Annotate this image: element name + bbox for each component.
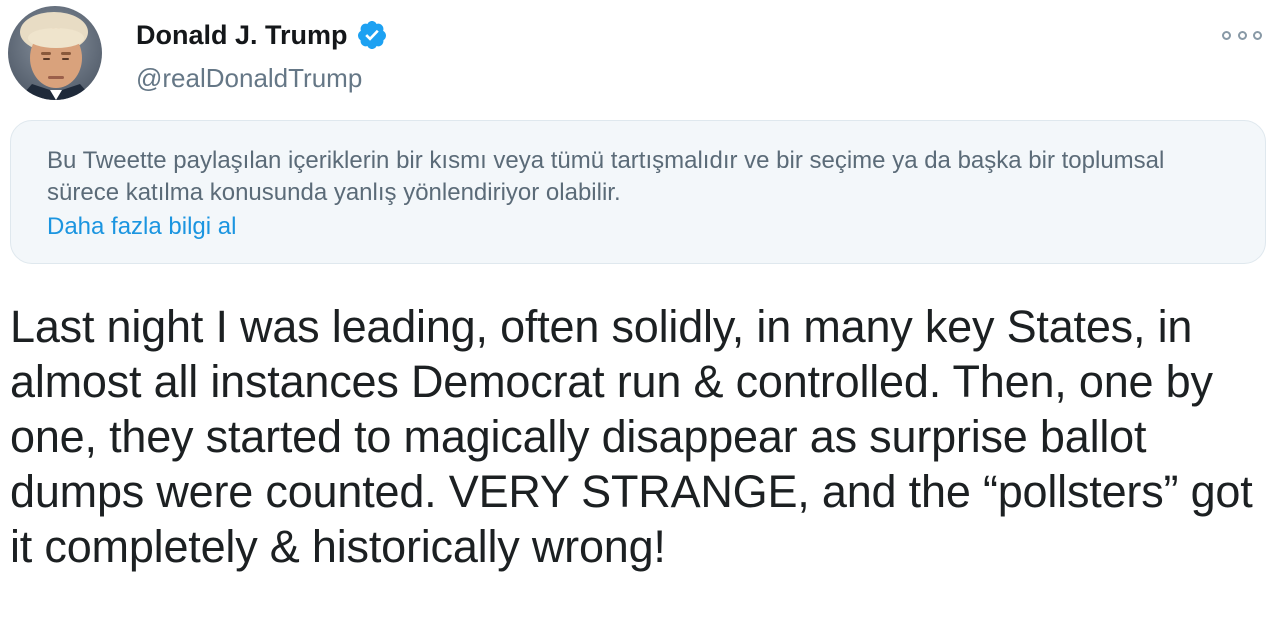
tweet-text: Last night I was leading, often solidly,…	[10, 301, 1253, 572]
dot-icon	[1222, 30, 1231, 40]
more-options-icon[interactable]	[1222, 28, 1262, 42]
dot-icon	[1237, 30, 1247, 40]
avatar[interactable]	[8, 6, 102, 100]
profile-photo	[8, 6, 102, 100]
notice-text: Bu Tweette paylaşılan içeriklerin bir kı…	[47, 147, 1165, 206]
display-name[interactable]: Donald J. Trump	[136, 18, 348, 52]
display-name-row: Donald J. Trump	[136, 18, 388, 52]
dot-icon	[1253, 30, 1262, 40]
tweet-header: Donald J. Trump @realDonaldTrump	[8, 6, 388, 100]
tweet-card: Donald J. Trump @realDonaldTrump Bu Twee…	[0, 0, 1280, 640]
misleading-content-notice: Bu Tweette paylaşılan içeriklerin bir kı…	[10, 120, 1266, 264]
verified-badge-icon	[356, 19, 388, 51]
learn-more-link[interactable]: Daha fazla bilgi al	[47, 211, 236, 243]
author-names: Donald J. Trump @realDonaldTrump	[136, 18, 388, 94]
author-handle[interactable]: @realDonaldTrump	[136, 62, 388, 94]
